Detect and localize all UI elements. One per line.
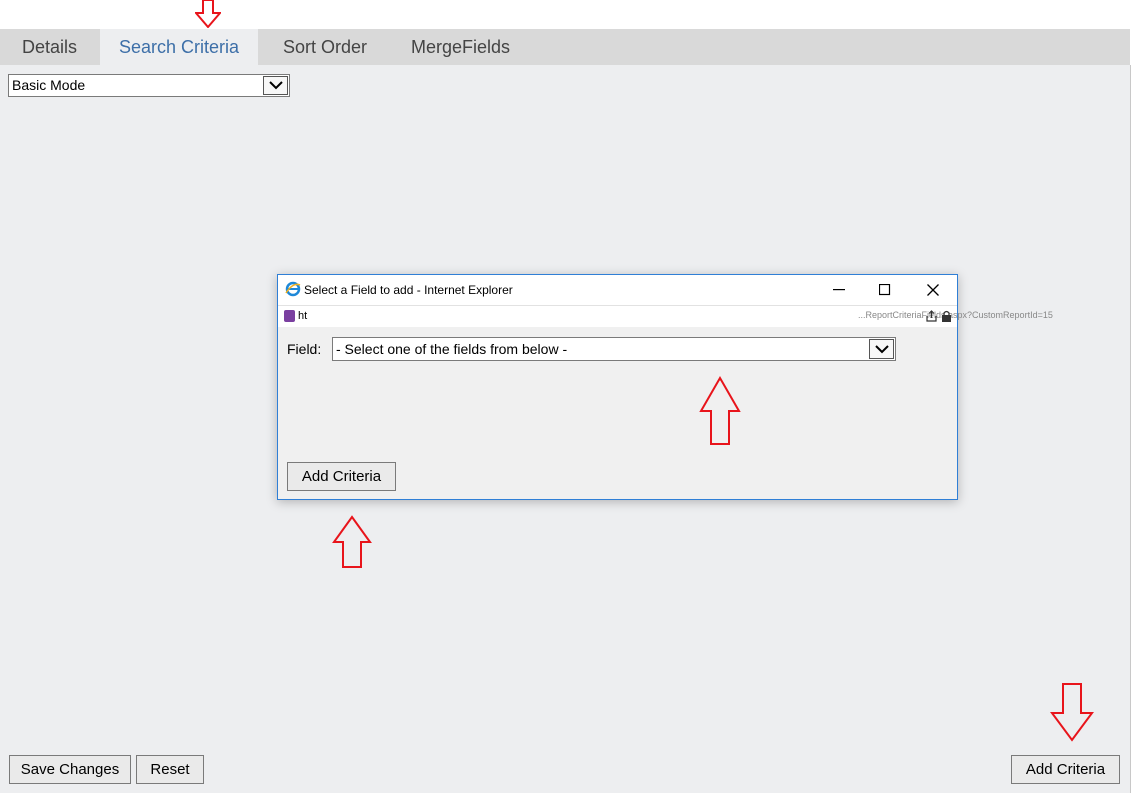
field-label: Field: xyxy=(287,341,322,357)
dialog-add-criteria-button[interactable]: Add Criteria xyxy=(287,462,396,491)
add-criteria-button[interactable]: Add Criteria xyxy=(1011,755,1120,784)
dialog-title: Select a Field to add - Internet Explore… xyxy=(304,283,513,297)
page-icon xyxy=(284,310,295,322)
tab-search-criteria[interactable]: Search Criteria xyxy=(100,29,258,65)
top-strip xyxy=(0,0,1132,29)
tab-mergefields[interactable]: MergeFields xyxy=(411,29,510,65)
reset-button[interactable]: Reset xyxy=(136,755,204,784)
tab-details[interactable]: Details xyxy=(0,29,99,65)
chevron-down-icon[interactable] xyxy=(263,76,288,95)
annotation-arrow-up-icon xyxy=(699,376,741,445)
field-select-value: - Select one of the fields from below - xyxy=(336,341,568,357)
close-icon[interactable] xyxy=(918,279,948,301)
dialog-body: Field: - Select one of the fields from b… xyxy=(278,327,957,499)
url-prefix: ht xyxy=(298,310,308,322)
internet-explorer-icon xyxy=(285,281,301,297)
dialog-address-bar: ht ...ReportCriteriaFields.aspx?CustomRe… xyxy=(278,305,1053,329)
annotation-arrow-up-icon xyxy=(332,515,372,568)
tab-bar: Details Search Criteria Sort Order Merge… xyxy=(0,29,1130,65)
chevron-down-icon[interactable] xyxy=(869,339,894,359)
field-select[interactable]: - Select one of the fields from below - xyxy=(332,337,896,361)
annotation-arrow-down-icon xyxy=(1050,683,1094,742)
tab-sort-order[interactable]: Sort Order xyxy=(283,29,367,65)
select-field-dialog: Select a Field to add - Internet Explore… xyxy=(277,274,1053,500)
mode-select-value: Basic Mode xyxy=(12,77,86,93)
mode-select[interactable]: Basic Mode xyxy=(8,74,290,97)
save-changes-button[interactable]: Save Changes xyxy=(9,755,131,784)
minimize-icon[interactable] xyxy=(824,279,854,301)
lock-icon xyxy=(941,310,952,325)
dialog-titlebar: Select a Field to add - Internet Explore… xyxy=(278,275,957,305)
url-tail: ...ReportCriteriaFields.aspx?CustomRepor… xyxy=(858,310,1053,320)
annotation-arrow-down-icon xyxy=(195,0,221,28)
maximize-icon[interactable] xyxy=(870,279,900,301)
share-icon xyxy=(926,310,937,325)
